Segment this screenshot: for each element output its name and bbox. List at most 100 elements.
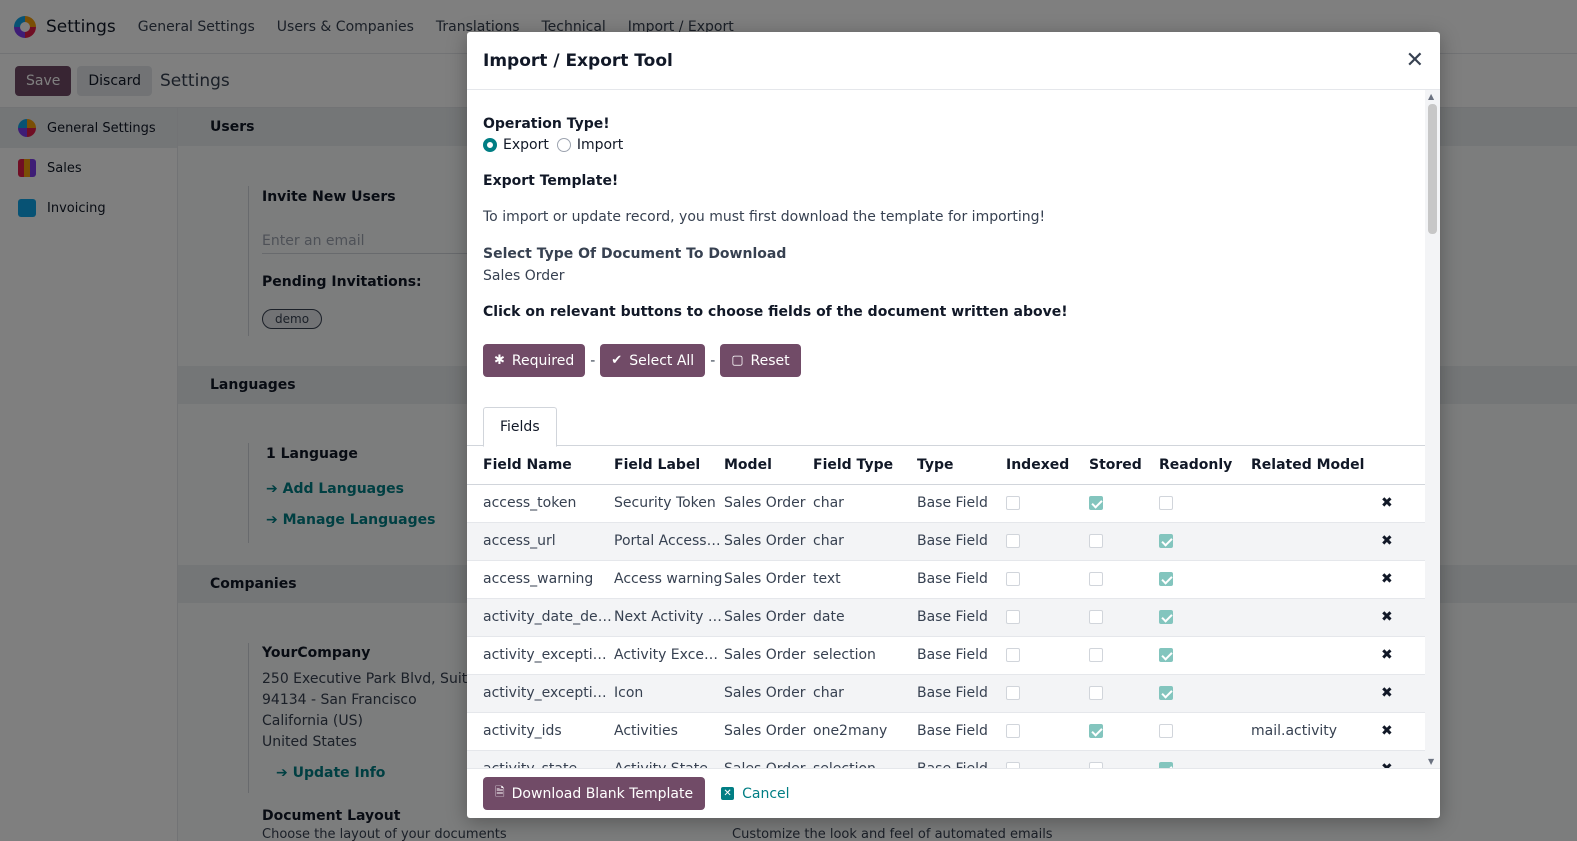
scroll-thumb[interactable] — [1428, 104, 1437, 234]
asterisk-icon: ✱ — [494, 353, 505, 368]
field-name-cell: activity_exception_decoration — [483, 636, 614, 675]
column-header-model[interactable]: Model — [724, 446, 813, 485]
readonly-checkbox — [1159, 610, 1173, 624]
column-header-stored[interactable]: Stored — [1089, 446, 1159, 485]
table-row[interactable]: access_url Portal Access URL Sales Order… — [467, 522, 1425, 561]
delete-cell: ✖ — [1381, 750, 1425, 768]
indexed-cell — [1006, 598, 1089, 637]
separator: - — [710, 352, 716, 369]
column-header-related-model[interactable]: Related Model — [1251, 446, 1381, 485]
field-label-cell: Access warning — [614, 560, 724, 599]
readonly-cell — [1159, 636, 1251, 675]
field-label-cell: Activity State — [614, 750, 724, 768]
stored-cell — [1089, 712, 1159, 751]
readonly-checkbox — [1159, 572, 1173, 586]
indexed-cell — [1006, 712, 1089, 751]
indexed-cell — [1006, 750, 1089, 768]
model-cell: Sales Order — [724, 712, 813, 751]
delete-cell: ✖ — [1381, 484, 1425, 523]
field-type-cell: selection — [813, 750, 917, 768]
delete-row-icon[interactable]: ✖ — [1381, 609, 1393, 625]
import-radio[interactable] — [556, 138, 571, 152]
table-row[interactable]: activity_exception_decoration Activity E… — [467, 636, 1425, 675]
related-model-cell — [1251, 598, 1381, 637]
delete-row-icon[interactable]: ✖ — [1381, 723, 1393, 739]
export-radio-label[interactable]: Export — [503, 137, 549, 153]
table-row[interactable]: activity_state Activity State Sales Orde… — [467, 750, 1425, 768]
delete-row-icon[interactable]: ✖ — [1381, 685, 1393, 701]
model-cell: Sales Order — [724, 636, 813, 675]
column-header-field-type[interactable]: Field Type — [813, 446, 917, 485]
type-cell: Base Field — [917, 712, 1006, 751]
readonly-checkbox — [1159, 724, 1173, 738]
cancel-button-label: Cancel — [742, 785, 790, 802]
required-button-label: Required — [511, 352, 575, 369]
column-header-readonly[interactable]: Readonly — [1159, 446, 1251, 485]
indexed-checkbox — [1006, 648, 1020, 662]
readonly-checkbox — [1159, 534, 1173, 548]
type-cell: Base Field — [917, 484, 1006, 523]
document-type-value[interactable]: Sales Order — [483, 268, 565, 284]
table-row[interactable]: activity_exception_icon Icon Sales Order… — [467, 674, 1425, 713]
tab-bar: Fields — [467, 407, 1425, 447]
export-radio[interactable] — [483, 138, 497, 152]
type-cell: Base Field — [917, 636, 1006, 675]
delete-row-icon[interactable]: ✖ — [1381, 533, 1393, 549]
indexed-checkbox — [1006, 686, 1020, 700]
field-label-cell: Next Activity Deadline — [614, 598, 724, 637]
delete-row-icon[interactable]: ✖ — [1381, 761, 1393, 768]
delete-row-icon[interactable]: ✖ — [1381, 495, 1393, 511]
select-all-button[interactable]: ✔ Select All — [600, 344, 706, 377]
indexed-checkbox — [1006, 496, 1020, 510]
indexed-checkbox — [1006, 610, 1020, 624]
readonly-cell — [1159, 560, 1251, 599]
type-cell: Base Field — [917, 522, 1006, 561]
delete-cell: ✖ — [1381, 636, 1425, 675]
square-icon: ▢ — [731, 353, 744, 368]
download-button-label: Download Blank Template — [511, 785, 694, 802]
column-header-field-label[interactable]: Field Label — [614, 446, 724, 485]
close-icon[interactable]: ✕ — [1406, 48, 1424, 73]
stored-cell — [1089, 636, 1159, 675]
field-type-cell: char — [813, 522, 917, 561]
table-row[interactable]: activity_date_deadline Next Activity Dea… — [467, 598, 1425, 637]
dialog-scrollbar[interactable]: ▲ ▼ — [1425, 90, 1440, 768]
required-button[interactable]: ✱ Required — [483, 344, 586, 377]
model-cell: Sales Order — [724, 484, 813, 523]
field-name-cell: activity_ids — [483, 712, 614, 751]
tab-fields[interactable]: Fields — [483, 407, 557, 447]
field-label-cell: Portal Access URL — [614, 522, 724, 561]
related-model-cell — [1251, 636, 1381, 675]
operation-type-radio-group: Export Import — [483, 137, 631, 153]
select-all-button-label: Select All — [629, 352, 695, 369]
readonly-cell — [1159, 484, 1251, 523]
field-type-cell: char — [813, 484, 917, 523]
readonly-cell — [1159, 674, 1251, 713]
delete-cell: ✖ — [1381, 598, 1425, 637]
column-header-type[interactable]: Type — [917, 446, 1006, 485]
column-header-field-name[interactable]: Field Name — [483, 446, 614, 485]
model-cell: Sales Order — [724, 674, 813, 713]
table-row[interactable]: activity_ids Activities Sales Order one2… — [467, 712, 1425, 751]
scroll-up-arrow-icon[interactable]: ▲ — [1428, 92, 1434, 101]
delete-row-icon[interactable]: ✖ — [1381, 571, 1393, 587]
file-excel-icon: 🗎 — [495, 785, 505, 799]
indexed-cell — [1006, 484, 1089, 523]
type-cell: Base Field — [917, 598, 1006, 637]
download-blank-template-button[interactable]: 🗎 Download Blank Template — [483, 777, 706, 810]
cancel-button[interactable]: ✕ Cancel — [721, 785, 790, 802]
import-radio-label[interactable]: Import — [577, 137, 623, 153]
field-type-cell: char — [813, 674, 917, 713]
delete-row-icon[interactable]: ✖ — [1381, 647, 1393, 663]
table-row[interactable]: access_warning Access warning Sales Orde… — [467, 560, 1425, 599]
column-header-indexed[interactable]: Indexed — [1006, 446, 1089, 485]
indexed-checkbox — [1006, 572, 1020, 586]
model-cell: Sales Order — [724, 560, 813, 599]
indexed-cell — [1006, 560, 1089, 599]
delete-cell: ✖ — [1381, 674, 1425, 713]
table-row[interactable]: access_token Security Token Sales Order … — [467, 484, 1425, 523]
separator: - — [590, 352, 596, 369]
reset-button[interactable]: ▢ Reset — [720, 344, 801, 377]
scroll-down-arrow-icon[interactable]: ▼ — [1428, 757, 1434, 766]
field-name-cell: activity_exception_icon — [483, 674, 614, 713]
